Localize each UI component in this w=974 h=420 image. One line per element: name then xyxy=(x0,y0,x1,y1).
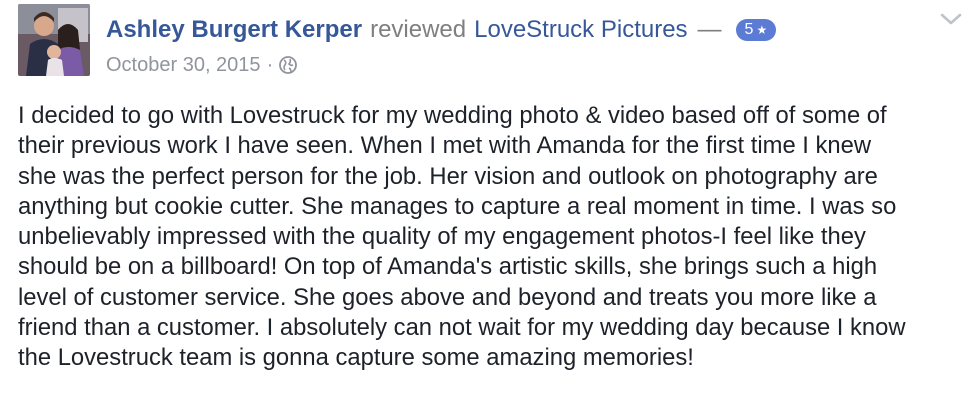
header-dash: — xyxy=(697,16,722,43)
review-text-line: the Lovestruck team is gonna capture som… xyxy=(18,344,694,372)
review-text-line: I decided to go with Lovestruck for my w… xyxy=(18,102,887,129)
avatar-photo xyxy=(18,4,90,76)
review-text-line: should be on a billboard! On top of Aman… xyxy=(18,253,878,281)
post-meta: October 30, 2015 · xyxy=(106,52,298,78)
review-text-line: she was the perfect person for the job. … xyxy=(18,162,878,190)
review-verb: reviewed xyxy=(370,16,467,43)
review-text-line: their previous work I have seen. When I … xyxy=(18,132,872,160)
review-text-line: friend than a customer. I absolutely can… xyxy=(18,314,906,342)
avatar[interactable] xyxy=(18,4,90,76)
post-date-link[interactable]: October 30, 2015 xyxy=(106,54,261,77)
review-text-line: level of customer service. She goes abov… xyxy=(18,283,877,311)
review-text: I decided to go with Lovestruck for my w… xyxy=(18,101,964,374)
page-name-link[interactable]: LoveStruck Pictures xyxy=(474,14,687,46)
rating-value: 5 xyxy=(744,21,754,38)
author-name-link[interactable]: Ashley Burgert Kerper xyxy=(106,14,362,46)
globe-icon[interactable] xyxy=(279,56,298,74)
review-header: Ashley Burgert Kerper reviewed LoveStruc… xyxy=(106,14,777,46)
review-text-line: anything but cookie cutter. She manages … xyxy=(18,192,897,220)
star-icon: ★ xyxy=(756,23,768,37)
chevron-down-icon[interactable] xyxy=(940,12,962,26)
rating-badge: 5 ★ xyxy=(735,19,777,41)
review-text-line: unbelievably impressed with the quality … xyxy=(18,223,866,251)
meta-separator: · xyxy=(266,53,274,76)
review-post: Ashley Burgert Kerper reviewed LoveStruc… xyxy=(0,0,974,420)
